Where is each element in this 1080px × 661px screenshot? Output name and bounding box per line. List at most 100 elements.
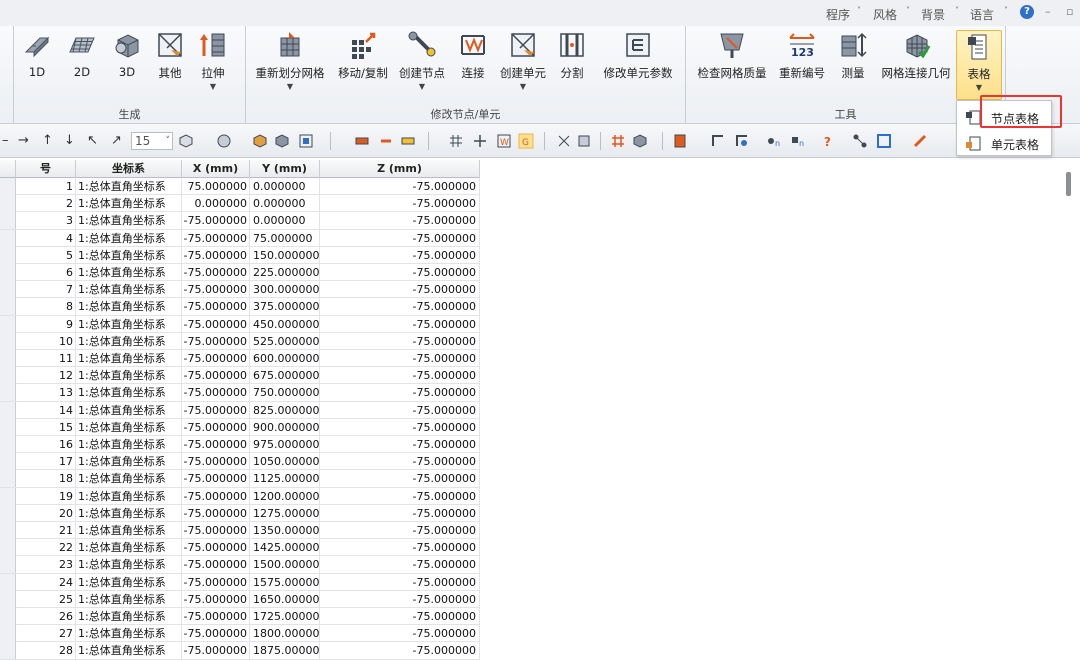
table-row[interactable]: 3 1:总体直角坐标系 -75.000000 0.000000 -75.000000: [0, 212, 480, 230]
cell-x[interactable]: -75.000000: [182, 246, 250, 264]
ribbon-button-other[interactable]: 其他: [153, 30, 187, 100]
cell-z[interactable]: -75.000000: [320, 453, 480, 471]
cell-no[interactable]: 24: [16, 573, 76, 591]
cell-z[interactable]: -75.000000: [320, 470, 480, 488]
cell-coord[interactable]: 1:总体直角坐标系: [76, 367, 182, 385]
cell-y[interactable]: 225.000000: [250, 264, 320, 281]
row-selector[interactable]: [0, 608, 16, 625]
cell-no[interactable]: 19: [16, 487, 76, 505]
table-row[interactable]: 14 1:总体直角坐标系 -75.000000 825.000000 -75.00000…: [0, 401, 480, 419]
cell-coord[interactable]: 1:总体直角坐标系: [76, 487, 182, 505]
minimize-icon[interactable]: –: [1045, 5, 1051, 18]
table-row[interactable]: 9 1:总体直角坐标系 -75.000000 450.000000 -75.000000: [0, 315, 480, 333]
table-row[interactable]: 28 1:总体直角坐标系 -75.000000 1875.000000 -75.0000…: [0, 642, 480, 660]
cell-y[interactable]: 1500.000000: [250, 556, 320, 574]
cell-no[interactable]: 3: [16, 212, 76, 230]
arrow-upleft-icon[interactable]: ↖: [87, 133, 98, 148]
cell-z[interactable]: -75.000000: [320, 608, 480, 625]
cell-no[interactable]: 9: [16, 315, 76, 333]
cell-y[interactable]: 0.000000: [250, 178, 320, 195]
render-mode-icon[interactable]: [216, 133, 232, 149]
node-check-icon[interactable]: [734, 133, 750, 149]
row-selector[interactable]: [0, 522, 16, 539]
menu-style-caret[interactable]: ˅: [906, 6, 914, 15]
table-row[interactable]: 13 1:总体直角坐标系 -75.000000 750.000000 -75.00000…: [0, 384, 480, 402]
label-g-icon[interactable]: G: [518, 133, 534, 149]
cell-x[interactable]: -75.000000: [182, 298, 250, 316]
cell-coord[interactable]: 1:总体直角坐标系: [76, 315, 182, 333]
table-row[interactable]: 4 1:总体直角坐标系 -75.000000 75.000000 -75.000000: [0, 229, 480, 247]
cell-x[interactable]: -75.000000: [182, 522, 250, 539]
cell-x[interactable]: 0.000000: [182, 195, 250, 213]
cell-z[interactable]: -75.000000: [320, 281, 480, 299]
cell-y[interactable]: 75.000000: [250, 229, 320, 247]
cell-no[interactable]: 28: [16, 642, 76, 660]
table-row[interactable]: 21 1:总体直角坐标系 -75.000000 1350.000000 -75.0000…: [0, 522, 480, 540]
table-row[interactable]: 18 1:总体直角坐标系 -75.000000 1125.000000 -75.0000…: [0, 470, 480, 488]
ribbon-button-measure[interactable]: 测量: [836, 30, 870, 100]
row-selector[interactable]: [0, 367, 16, 385]
cell-x[interactable]: -75.000000: [182, 470, 250, 488]
cell-no[interactable]: 8: [16, 298, 76, 316]
row-selector[interactable]: [0, 573, 16, 591]
column-header-z[interactable]: Z (mm): [320, 160, 480, 178]
ribbon-button-table[interactable]: 表格 ▼: [956, 30, 1002, 100]
cell-y[interactable]: 1650.000000: [250, 590, 320, 608]
vertical-scrollbar[interactable]: [1066, 172, 1071, 196]
cell-coord[interactable]: 1:总体直角坐标系: [76, 264, 182, 281]
cell-y[interactable]: 1425.000000: [250, 539, 320, 557]
cell-z[interactable]: -75.000000: [320, 332, 480, 350]
cell-no[interactable]: 6: [16, 264, 76, 281]
cell-z[interactable]: -75.000000: [320, 229, 480, 247]
row-selector[interactable]: [0, 590, 16, 608]
row-selector[interactable]: [0, 487, 16, 505]
cell-x[interactable]: -75.000000: [182, 608, 250, 625]
cell-z[interactable]: -75.000000: [320, 642, 480, 660]
cell-coord[interactable]: 1:总体直角坐标系: [76, 246, 182, 264]
menu-program[interactable]: 程序: [826, 6, 850, 23]
cell-y[interactable]: 825.000000: [250, 401, 320, 419]
cell-y[interactable]: 900.000000: [250, 418, 320, 436]
row-selector[interactable]: [0, 315, 16, 333]
cell-z[interactable]: -75.000000: [320, 436, 480, 453]
help-icon[interactable]: ?: [1020, 5, 1034, 19]
ribbon-button-create-node[interactable]: 创建节点 ▼: [396, 30, 448, 100]
cell-no[interactable]: 21: [16, 522, 76, 539]
cell-y[interactable]: 975.000000: [250, 436, 320, 453]
cell-no[interactable]: 5: [16, 246, 76, 264]
element-shrink-icon[interactable]: [354, 133, 370, 149]
row-selector[interactable]: [0, 401, 16, 419]
table-row[interactable]: 19 1:总体直角坐标系 -75.000000 1200.000000 -75.0000…: [0, 487, 480, 505]
column-header-x[interactable]: X (mm): [182, 160, 250, 178]
box-icon[interactable]: [632, 133, 648, 149]
cell-coord[interactable]: 1:总体直角坐标系: [76, 195, 182, 213]
arrow-right-icon[interactable]: →: [18, 133, 29, 148]
row-selector[interactable]: [0, 195, 16, 213]
row-selector[interactable]: [0, 298, 16, 316]
cell-y[interactable]: 600.000000: [250, 350, 320, 367]
cube-view-icon[interactable]: [178, 133, 194, 149]
cell-coord[interactable]: 1:总体直角坐标系: [76, 332, 182, 350]
cell-x[interactable]: 75.000000: [182, 178, 250, 195]
table-row[interactable]: 16 1:总体直角坐标系 -75.000000 975.000000 -75.00000…: [0, 436, 480, 454]
table-row[interactable]: 17 1:总体直角坐标系 -75.000000 1050.000000 -75.0000…: [0, 453, 480, 471]
row-selector[interactable]: [0, 539, 16, 557]
row-selector[interactable]: [0, 178, 16, 195]
cell-no[interactable]: 20: [16, 504, 76, 522]
cell-no[interactable]: 13: [16, 384, 76, 402]
row-selector[interactable]: [0, 556, 16, 574]
arrow-upright-icon[interactable]: ↗: [111, 133, 122, 148]
table-row[interactable]: 8 1:总体直角坐标系 -75.000000 375.000000 -75.000000: [0, 298, 480, 316]
table-row[interactable]: 27 1:总体直角坐标系 -75.000000 1800.000000 -75.0000…: [0, 625, 480, 643]
column-header-y[interactable]: Y (mm): [250, 160, 320, 178]
table-row[interactable]: 7 1:总体直角坐标系 -75.000000 300.000000 -75.000000: [0, 281, 480, 299]
cell-x[interactable]: -75.000000: [182, 625, 250, 643]
grid-icon[interactable]: [448, 133, 464, 149]
cell-coord[interactable]: 1:总体直角坐标系: [76, 642, 182, 660]
menu-background[interactable]: 背景: [921, 6, 945, 23]
cell-no[interactable]: 18: [16, 470, 76, 488]
cell-no[interactable]: 12: [16, 367, 76, 385]
cell-x[interactable]: -75.000000: [182, 590, 250, 608]
cell-z[interactable]: -75.000000: [320, 350, 480, 367]
cell-coord[interactable]: 1:总体直角坐标系: [76, 590, 182, 608]
